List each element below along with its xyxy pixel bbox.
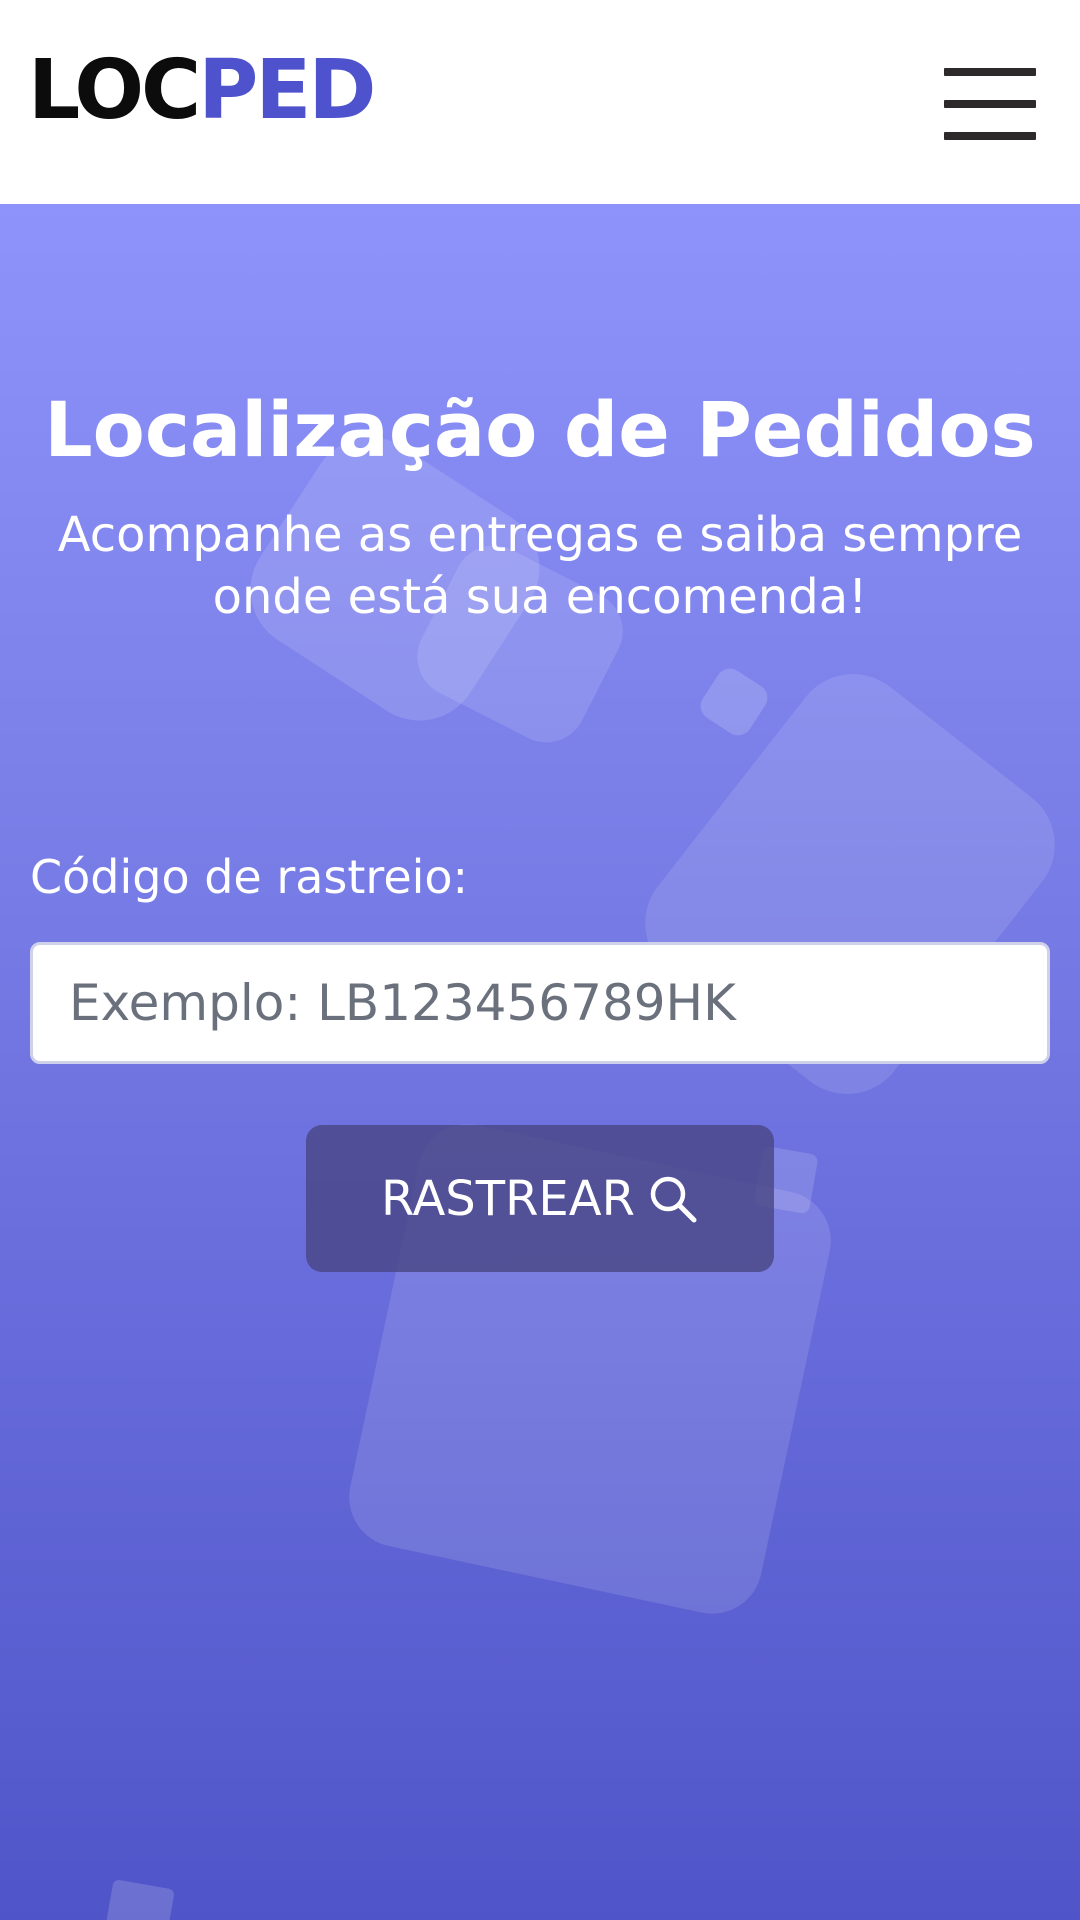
tracking-code-input[interactable] <box>33 945 1047 1061</box>
page: LOCPED Localização de Pedidos Acompanhe … <box>0 0 1080 1920</box>
page-title: Localização de Pedidos <box>44 385 1036 474</box>
tracking-code-label: Código de rastreio: <box>30 850 469 904</box>
track-button[interactable]: RASTREAR <box>306 1125 774 1272</box>
hero-section: Localização de Pedidos Acompanhe as entr… <box>0 204 1080 1920</box>
tracking-code-field <box>30 942 1050 1064</box>
logo-part-loc: LOC <box>28 43 201 138</box>
decorative-shape <box>695 663 773 741</box>
menu-bar-middle <box>944 100 1036 108</box>
menu-bar-bottom <box>944 132 1036 140</box>
decorative-shape <box>103 1879 175 1920</box>
page-subtitle: Acompanhe as entregas e saiba sempre ond… <box>57 507 1023 625</box>
logo[interactable]: LOCPED <box>28 50 376 132</box>
menu-bar-top <box>944 68 1036 76</box>
track-button-label: RASTREAR <box>381 1170 635 1227</box>
header: LOCPED <box>0 0 1080 204</box>
hamburger-menu-icon[interactable] <box>944 68 1036 140</box>
search-icon <box>647 1173 699 1225</box>
logo-part-ped: PED <box>198 43 376 138</box>
